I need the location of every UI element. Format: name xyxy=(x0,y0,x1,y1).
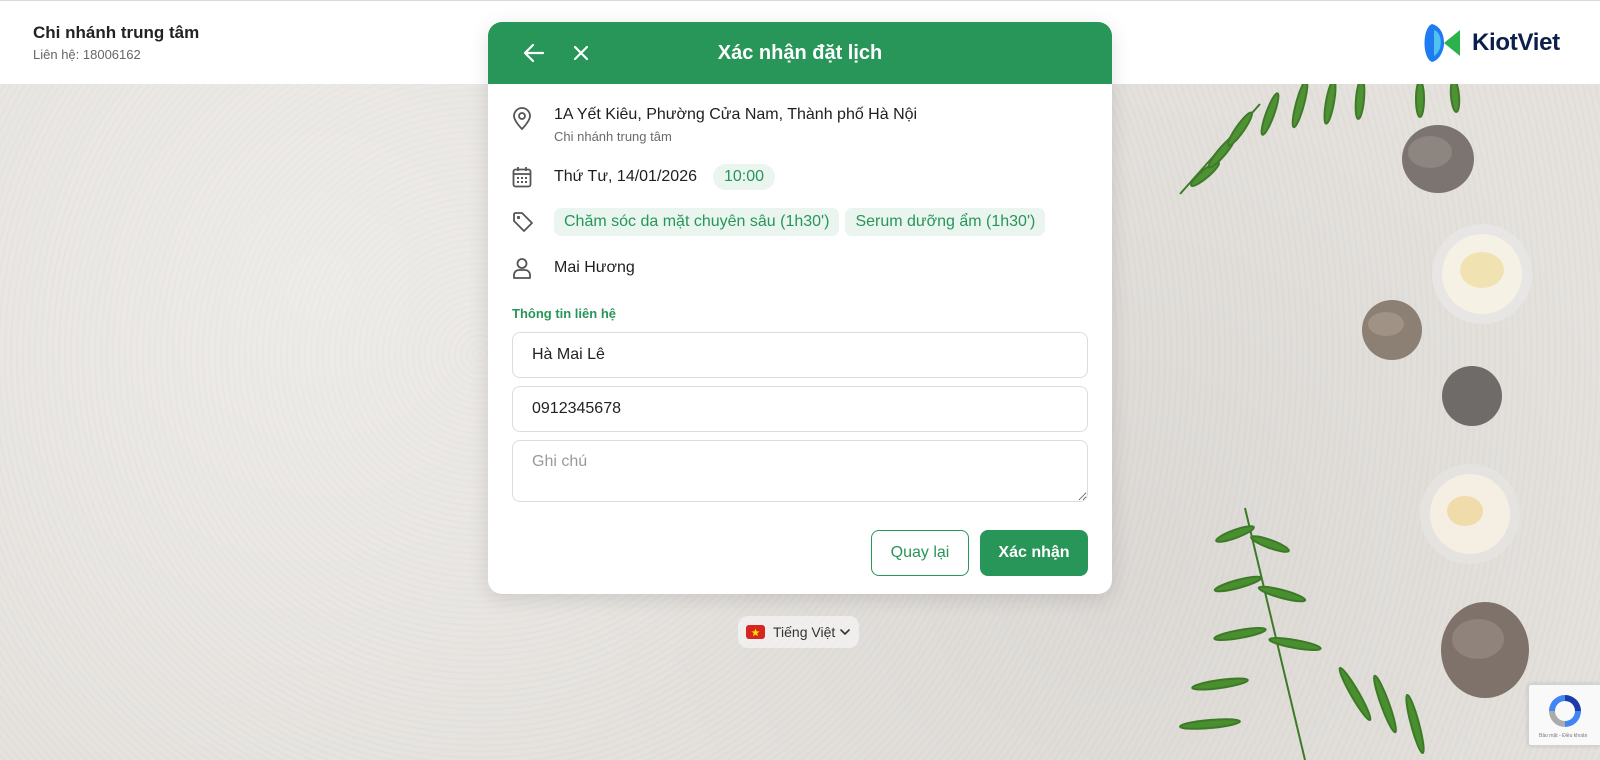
dialog-header: Xác nhận đặt lịch xyxy=(488,22,1112,84)
staff-row: Mai Hương xyxy=(512,255,635,281)
recaptcha-badge[interactable]: Bảo mật - Điều khoản xyxy=(1528,684,1600,746)
services-row: Chăm sóc da mặt chuyên sâu (1h30') Serum… xyxy=(512,208,1051,236)
user-icon xyxy=(513,258,531,279)
service-duration: (1h30') xyxy=(986,213,1036,230)
phone-input[interactable] xyxy=(512,386,1088,432)
staff-name: Mai Hương xyxy=(554,259,635,276)
booking-time-badge: 10:00 xyxy=(713,164,776,190)
map-pin-icon xyxy=(513,107,531,131)
booking-date: Thứ Tư, 14/01/2026 xyxy=(554,168,697,185)
arrow-left-icon xyxy=(523,43,545,63)
branch-contact: Liên hệ: 18006162 xyxy=(33,47,141,62)
branch-name: Chi nhánh trung tâm xyxy=(33,23,200,42)
back-button[interactable]: Quay lại xyxy=(871,530,969,576)
branch-subtitle: Chi nhánh trung tâm xyxy=(554,129,672,144)
back-arrow-button[interactable] xyxy=(520,39,548,67)
kiotviet-logo-icon xyxy=(1424,24,1460,62)
confirm-button[interactable]: Xác nhận xyxy=(980,530,1088,576)
service-name: Serum dưỡng ẩm xyxy=(855,213,982,230)
datetime-row: Thứ Tư, 14/01/2026 10:00 xyxy=(512,164,781,190)
language-label: Tiếng Việt xyxy=(773,624,836,640)
language-selector[interactable]: Tiếng Việt xyxy=(738,616,860,648)
location-row: 1A Yết Kiêu, Phường Cửa Nam, Thành phố H… xyxy=(512,106,917,144)
service-chip: Chăm sóc da mặt chuyên sâu (1h30') xyxy=(554,208,840,236)
logo-text: KiotViet xyxy=(1472,29,1560,56)
service-chip: Serum dưỡng ẩm (1h30') xyxy=(845,208,1046,236)
close-button[interactable] xyxy=(567,39,595,67)
note-textarea[interactable] xyxy=(512,440,1088,502)
recaptcha-terms[interactable]: Bảo mật - Điều khoản xyxy=(1539,733,1587,739)
contact-section-label: Thông tin liên hệ xyxy=(512,306,616,321)
tag-icon xyxy=(513,212,533,232)
recaptcha-icon xyxy=(1549,695,1581,727)
booking-confirmation-dialog: Xác nhận đặt lịch 1A Yết Kiêu, Phường Cử… xyxy=(488,22,1112,594)
kiotviet-logo[interactable]: KiotViet xyxy=(1420,21,1560,65)
calendar-icon xyxy=(512,167,532,188)
dialog-title: Xác nhận đặt lịch xyxy=(717,41,883,64)
service-duration: (1h30') xyxy=(780,213,830,230)
customer-name-input[interactable] xyxy=(512,332,1088,378)
chevron-down-icon xyxy=(840,629,851,636)
address-text: 1A Yết Kiêu, Phường Cửa Nam, Thành phố H… xyxy=(554,106,918,123)
close-icon xyxy=(573,45,589,61)
vietnam-flag-icon xyxy=(746,625,765,639)
service-name: Chăm sóc da mặt chuyên sâu xyxy=(564,213,776,230)
